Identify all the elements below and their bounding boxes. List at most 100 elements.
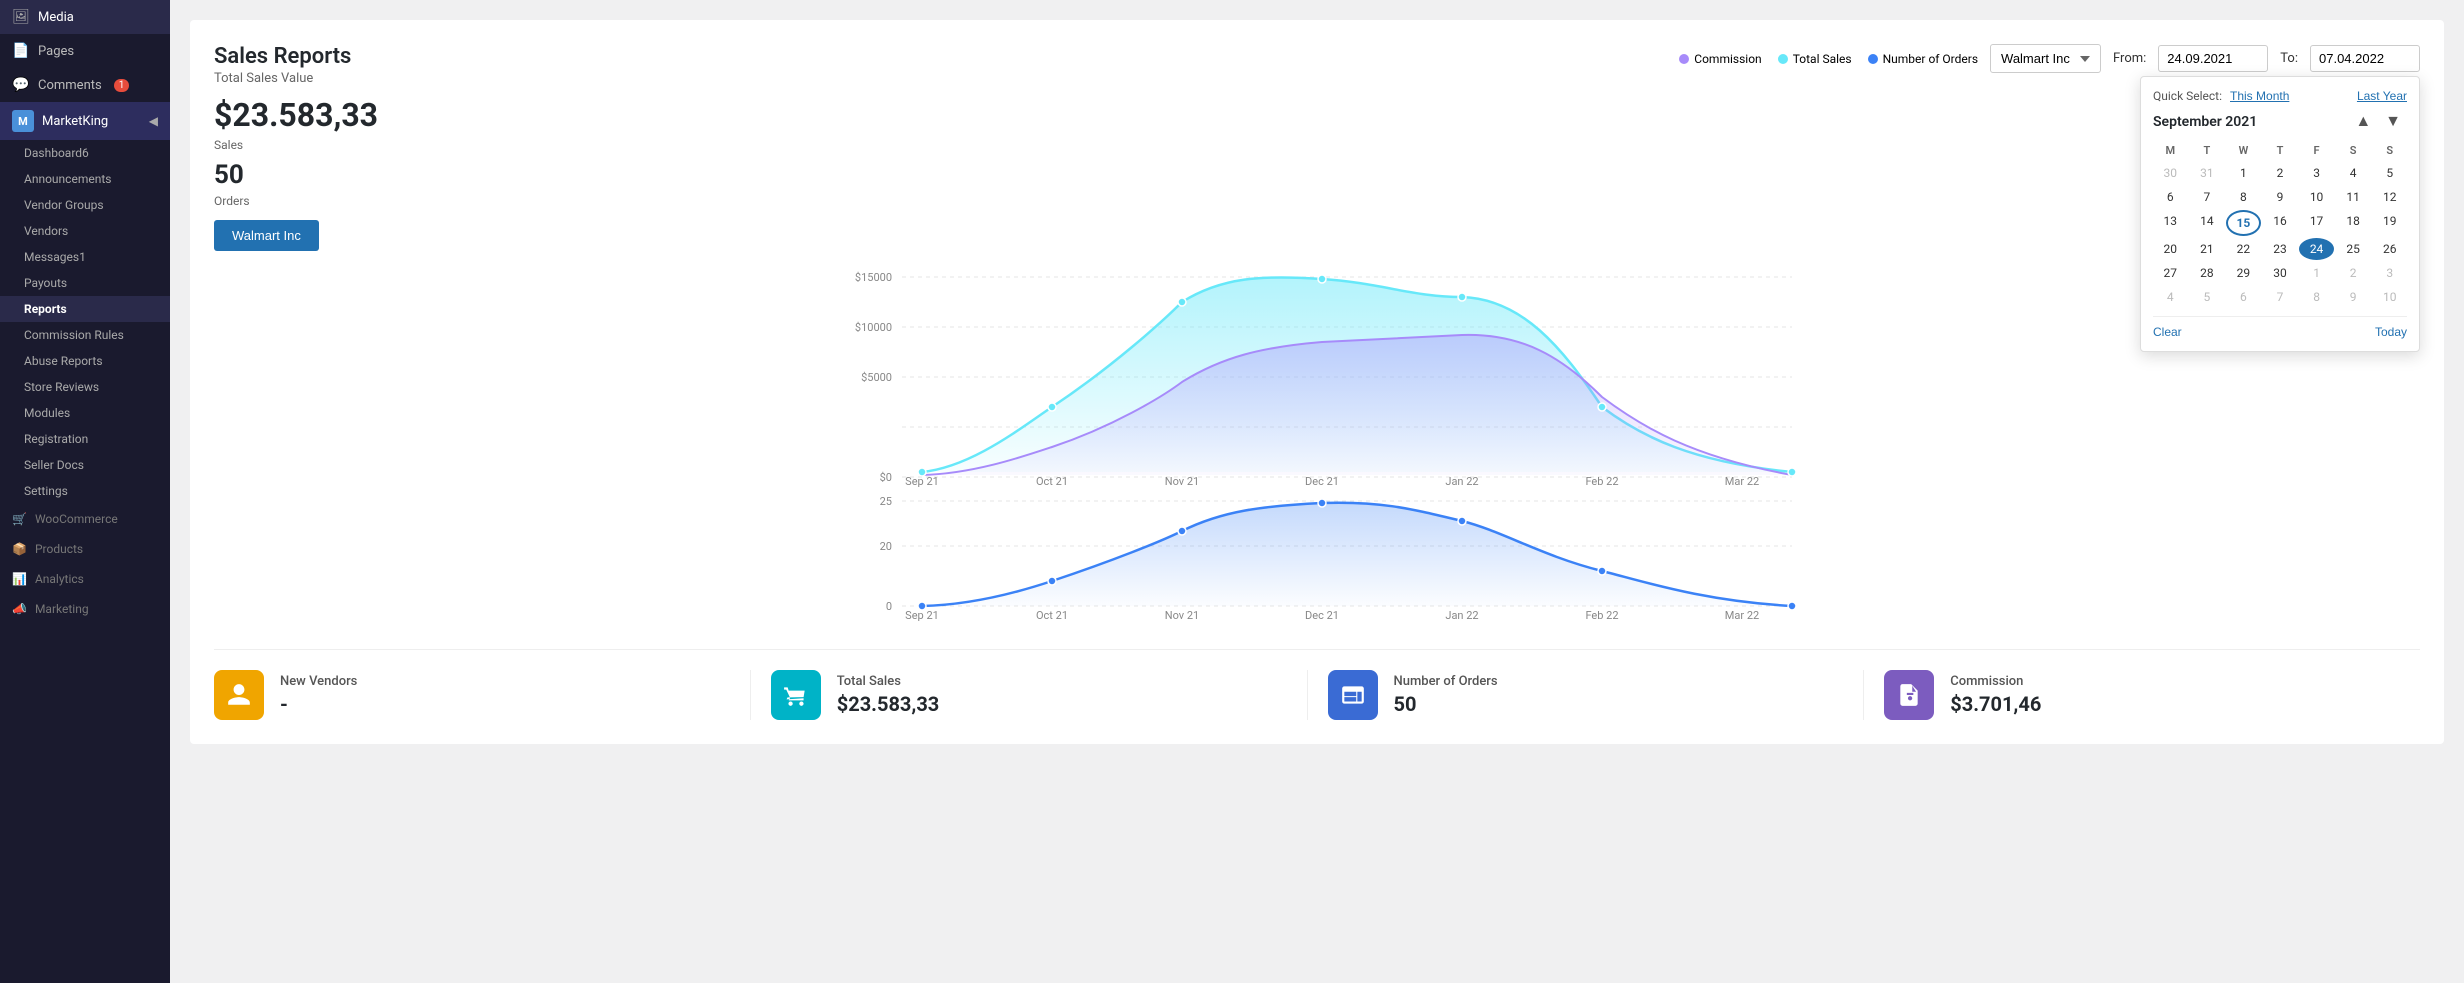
calendar-today-button[interactable]: Today	[2375, 325, 2407, 339]
from-label: From:	[2113, 51, 2146, 66]
cal-day-8[interactable]: 8	[2226, 186, 2261, 208]
commission-stat-value: $3.701,46	[1950, 692, 2041, 716]
sidebar-item-announcements-label: Announcements	[24, 172, 111, 186]
total-sales-stat-text: Total Sales $23.583,33	[837, 674, 940, 716]
sidebar-item-announcements[interactable]: Announcements	[0, 166, 170, 192]
sidebar-item-commission-rules[interactable]: Commission Rules	[0, 322, 170, 348]
cal-day-27[interactable]: 27	[2153, 262, 2188, 284]
sidebar-item-media[interactable]: 🖼 Media	[0, 0, 170, 34]
from-date-input[interactable]	[2158, 45, 2268, 72]
orders-value: 50	[214, 160, 2420, 190]
marketing-icon: 📣	[12, 602, 27, 616]
calendar-next-button[interactable]: ▼	[2379, 111, 2407, 133]
cal-day-17[interactable]: 17	[2299, 210, 2334, 236]
cal-day-18[interactable]: 18	[2336, 210, 2371, 236]
cal-day-10[interactable]: 10	[2299, 186, 2334, 208]
sidebar-marketing-label: Marketing	[35, 602, 89, 616]
sidebar-item-analytics[interactable]: 📊 Analytics	[0, 564, 170, 594]
cal-day-9[interactable]: 9	[2263, 186, 2298, 208]
new-vendors-value: -	[280, 692, 357, 716]
cal-day-1-oct[interactable]: 1	[2299, 262, 2334, 284]
sidebar-item-marketing[interactable]: 📣 Marketing	[0, 594, 170, 624]
cal-day-22[interactable]: 22	[2226, 238, 2261, 260]
calendar-prev-button[interactable]: ▲	[2349, 111, 2377, 133]
legend-total-sales: Total Sales	[1778, 52, 1852, 66]
svg-text:20: 20	[880, 540, 892, 553]
to-date-input[interactable]	[2310, 45, 2420, 72]
quick-select-label: Quick Select:	[2153, 89, 2222, 103]
calendar-month-title: September 2021	[2153, 114, 2257, 130]
cal-day-30-aug[interactable]: 30	[2153, 162, 2188, 184]
cal-day-2[interactable]: 2	[2263, 162, 2298, 184]
sidebar-item-woocommerce[interactable]: 🛒 WooCommerce	[0, 504, 170, 534]
cal-day-5-oct[interactable]: 5	[2190, 286, 2225, 308]
calendar-clear-button[interactable]: Clear	[2153, 325, 2182, 339]
messages-badge: 1	[79, 250, 86, 264]
sidebar-item-settings[interactable]: Settings	[0, 478, 170, 504]
cal-day-6[interactable]: 6	[2153, 186, 2188, 208]
sidebar-item-store-reviews[interactable]: Store Reviews	[0, 374, 170, 400]
cal-day-16[interactable]: 16	[2263, 210, 2298, 236]
sidebar-item-payouts[interactable]: Payouts	[0, 270, 170, 296]
cal-day-30[interactable]: 30	[2263, 262, 2298, 284]
cal-day-31-aug[interactable]: 31	[2190, 162, 2225, 184]
sidebar-item-messages[interactable]: Messages 1	[0, 244, 170, 270]
cal-day-11[interactable]: 11	[2336, 186, 2371, 208]
cal-day-7-oct[interactable]: 7	[2263, 286, 2298, 308]
sidebar-item-abuse-reports[interactable]: Abuse Reports	[0, 348, 170, 374]
cal-day-3-oct[interactable]: 3	[2372, 262, 2407, 284]
sidebar-item-registration[interactable]: Registration	[0, 426, 170, 452]
sidebar-item-marketking[interactable]: M MarketKing ◀	[0, 102, 170, 140]
cal-day-24[interactable]: 24	[2299, 238, 2334, 260]
sidebar-item-seller-docs[interactable]: Seller Docs	[0, 452, 170, 478]
cal-day-26[interactable]: 26	[2372, 238, 2407, 260]
sidebar-item-modules[interactable]: Modules	[0, 400, 170, 426]
cal-day-6-oct[interactable]: 6	[2226, 286, 2261, 308]
sidebar-item-commission-rules-label: Commission Rules	[24, 328, 124, 342]
cal-day-5[interactable]: 5	[2372, 162, 2407, 184]
cal-day-20[interactable]: 20	[2153, 238, 2188, 260]
sidebar-item-dashboard[interactable]: Dashboard 6	[0, 140, 170, 166]
cal-day-8-oct[interactable]: 8	[2299, 286, 2334, 308]
this-month-button[interactable]: This Month	[2230, 89, 2289, 103]
cal-day-9-oct[interactable]: 9	[2336, 286, 2371, 308]
cal-day-3[interactable]: 3	[2299, 162, 2334, 184]
cal-day-1[interactable]: 1	[2226, 162, 2261, 184]
cal-day-25[interactable]: 25	[2336, 238, 2371, 260]
cal-day-4-oct[interactable]: 4	[2153, 286, 2188, 308]
svg-text:Nov 21: Nov 21	[1165, 475, 1199, 487]
sidebar-item-media-label: Media	[38, 10, 74, 25]
sidebar-item-vendor-groups[interactable]: Vendor Groups	[0, 192, 170, 218]
sidebar-item-reports-label: Reports	[24, 302, 67, 316]
svg-text:Dec 21: Dec 21	[1305, 609, 1339, 621]
cal-header-t2: T	[2263, 141, 2298, 160]
svg-text:$5000: $5000	[861, 371, 892, 384]
cal-day-2-oct[interactable]: 2	[2336, 262, 2371, 284]
cal-day-7[interactable]: 7	[2190, 186, 2225, 208]
sidebar-item-pages[interactable]: 📄 Pages	[0, 34, 170, 68]
sidebar-item-comments[interactable]: 💬 Comments 1	[0, 68, 170, 102]
cal-day-10-oct[interactable]: 10	[2372, 286, 2407, 308]
sidebar-item-products[interactable]: 📦 Products	[0, 534, 170, 564]
cal-day-29[interactable]: 29	[2226, 262, 2261, 284]
vendor-filter-button[interactable]: Walmart Inc	[214, 220, 319, 251]
cal-day-12[interactable]: 12	[2372, 186, 2407, 208]
vendor-dropdown[interactable]: Walmart Inc	[1990, 44, 2101, 73]
svg-text:25: 25	[880, 495, 892, 508]
comments-badge: 1	[114, 79, 130, 92]
svg-text:Sep 21: Sep 21	[905, 475, 939, 487]
cal-day-13[interactable]: 13	[2153, 210, 2188, 236]
cal-day-21[interactable]: 21	[2190, 238, 2225, 260]
cal-day-4[interactable]: 4	[2336, 162, 2371, 184]
cal-header-w: W	[2226, 141, 2261, 160]
last-year-button[interactable]: Last Year	[2357, 89, 2407, 103]
cal-day-15[interactable]: 15	[2226, 210, 2261, 236]
cal-day-14[interactable]: 14	[2190, 210, 2225, 236]
cal-day-28[interactable]: 28	[2190, 262, 2225, 284]
legend-orders: Number of Orders	[1868, 52, 1978, 66]
sidebar-item-vendors[interactable]: Vendors	[0, 218, 170, 244]
cal-day-23[interactable]: 23	[2263, 238, 2298, 260]
pages-icon: 📄	[12, 42, 30, 60]
sidebar-item-reports[interactable]: Reports	[0, 296, 170, 322]
cal-day-19[interactable]: 19	[2372, 210, 2407, 236]
